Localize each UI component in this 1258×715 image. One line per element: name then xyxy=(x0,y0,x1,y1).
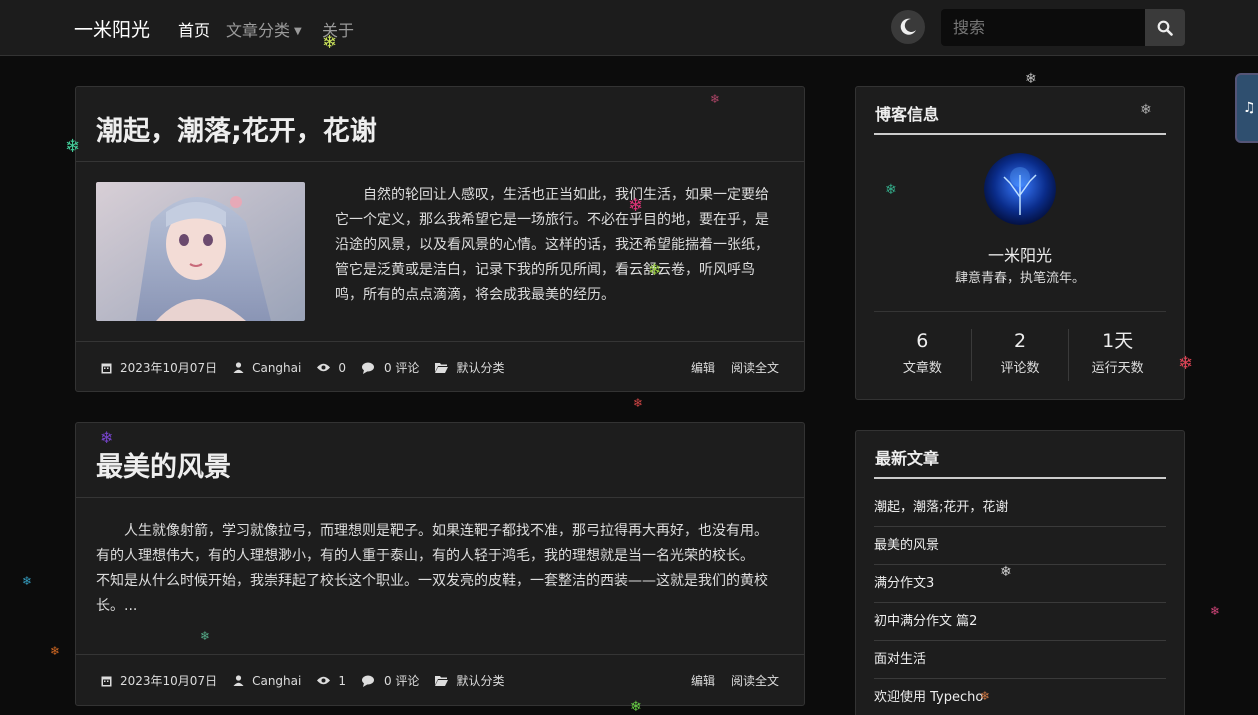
avatar xyxy=(984,153,1056,225)
widget-title: 最新文章 xyxy=(875,449,940,468)
recent-post-link[interactable]: 满分作文3 xyxy=(874,565,1166,603)
edit-link[interactable]: 编辑 xyxy=(691,359,715,376)
post-excerpt: 人生就像射箭，学习就像拉弓，而理想则是靶子。如果连靶子都找不准，那弓拉得再大再好… xyxy=(96,523,775,614)
snowflake-icon: ❄ xyxy=(50,644,61,658)
recent-post-link[interactable]: 最美的风景 xyxy=(874,527,1166,565)
title-underline xyxy=(874,133,1166,135)
folder-icon xyxy=(435,363,449,373)
navbar: 一米阳光 首页 文章分类 ▼ 关于 xyxy=(0,0,1258,56)
divider xyxy=(76,341,804,342)
stat-uptime: 1天 运行天数 xyxy=(1091,330,1144,376)
recent-posts-widget: 最新文章 潮起，潮落;花开，花谢 最美的风景 满分作文3 初中满分作文 篇2 面… xyxy=(855,430,1185,715)
post-author[interactable]: Canghai xyxy=(252,674,301,688)
nav-home[interactable]: 首页 xyxy=(178,17,210,41)
divider xyxy=(76,654,804,655)
moon-icon xyxy=(900,18,916,35)
comments-icon xyxy=(361,675,374,687)
site-brand[interactable]: 一米阳光 xyxy=(74,15,150,42)
post-excerpt: 自然的轮回让人感叹，生活也正当如此，我们生活，如果一定要给它一个定义，那么我希望… xyxy=(335,187,769,303)
post-date: 2023年10月07日 xyxy=(120,674,218,688)
snowflake-icon: ❄ xyxy=(22,574,33,588)
divider xyxy=(76,497,804,498)
eye-icon xyxy=(317,363,331,372)
calendar-icon xyxy=(101,363,112,373)
widget-title: 博客信息 xyxy=(875,105,940,124)
stat-comments: 2 评论数 xyxy=(972,329,1070,381)
search-button[interactable] xyxy=(1145,9,1185,46)
user-icon xyxy=(233,362,244,373)
snowflake-icon: ❄ xyxy=(1210,604,1221,618)
post-actions: 编辑 阅读全文 xyxy=(691,672,779,689)
post-date: 2023年10月07日 xyxy=(120,361,218,375)
recent-post-link[interactable]: 面对生活 xyxy=(874,641,1166,679)
post-title[interactable]: 最美的风景 xyxy=(96,445,231,484)
recent-post-link[interactable]: 潮起，潮落;花开，花谢 xyxy=(874,489,1166,527)
snowflake-icon: ❄ xyxy=(1025,71,1037,87)
read-more-link[interactable]: 阅读全文 xyxy=(731,359,779,376)
post-category[interactable]: 默认分类 xyxy=(456,359,504,376)
caret-down-icon: ▼ xyxy=(294,26,302,37)
music-player-tab[interactable]: ♫ xyxy=(1235,73,1258,143)
post-views: 1 xyxy=(338,673,346,688)
post-card: 潮起，潮落;花开，花谢 自然的轮回让人感叹，生活也正当如此，我们生活，如果一定要… xyxy=(75,86,805,392)
recent-post-link[interactable]: 初中满分作文 篇2 xyxy=(874,603,1166,641)
divider xyxy=(76,161,804,162)
nav-categories-label: 文章分类 xyxy=(226,21,291,40)
post-title[interactable]: 潮起，潮落;花开，花谢 xyxy=(96,109,377,148)
comments-icon xyxy=(361,362,374,374)
user-icon xyxy=(233,675,244,686)
post-category[interactable]: 默认分类 xyxy=(456,672,504,689)
post-meta: 2023年10月07日 Canghai 0 0 评论 默认分类 xyxy=(101,359,520,376)
search-icon xyxy=(1157,20,1173,36)
divider xyxy=(874,311,1166,312)
blog-info-widget: 博客信息 一米阳光 肆意青春，执笔流年。 6 文章数 2 评论数 1天 运行天数 xyxy=(855,86,1185,400)
post-comments[interactable]: 0 评论 xyxy=(384,672,419,689)
search-input[interactable] xyxy=(941,9,1146,46)
stat-posts: 6 文章数 xyxy=(874,329,972,381)
eye-icon xyxy=(317,676,331,685)
dark-mode-toggle[interactable] xyxy=(891,10,925,44)
nav-categories-dropdown[interactable]: 文章分类 ▼ xyxy=(226,17,302,41)
post-card: 最美的风景 人生就像射箭，学习就像拉弓，而理想则是靶子。如果连靶子都找不准，那弓… xyxy=(75,422,805,706)
edit-link[interactable]: 编辑 xyxy=(691,672,715,689)
author-name: 一米阳光 xyxy=(987,246,1052,265)
post-actions: 编辑 阅读全文 xyxy=(691,359,779,376)
post-views: 0 xyxy=(338,360,346,375)
post-thumbnail[interactable] xyxy=(96,182,305,321)
post-meta: 2023年10月07日 Canghai 1 0 评论 默认分类 xyxy=(101,672,520,689)
post-comments[interactable]: 0 评论 xyxy=(384,359,419,376)
music-note-icon: ♫ xyxy=(1243,100,1256,116)
folder-icon xyxy=(435,676,449,686)
snowflake-icon: ❄ xyxy=(633,396,644,410)
read-more-link[interactable]: 阅读全文 xyxy=(731,672,779,689)
calendar-icon xyxy=(101,676,112,686)
blog-stats: 6 文章数 2 评论数 1天 运行天数 xyxy=(874,329,1166,381)
author-motto: 肆意青春，执笔流年。 xyxy=(954,271,1085,286)
recent-post-link[interactable]: 欢迎使用 Typecho xyxy=(874,679,1166,715)
nav-about[interactable]: 关于 xyxy=(322,17,354,41)
post-author[interactable]: Canghai xyxy=(252,361,301,375)
title-underline xyxy=(874,477,1166,479)
